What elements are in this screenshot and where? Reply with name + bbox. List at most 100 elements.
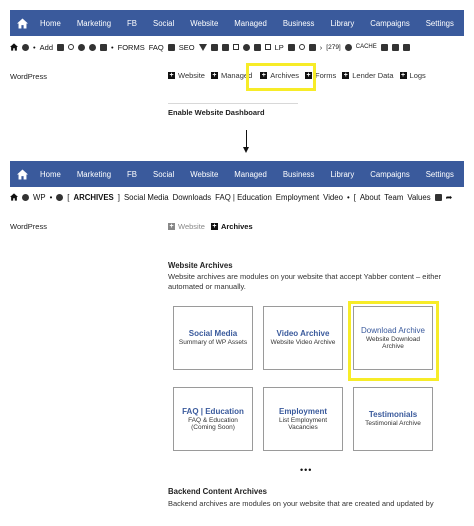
- top-nav-business[interactable]: Business: [283, 19, 315, 28]
- bracket-open: [: [67, 192, 70, 202]
- bottom-tab-website[interactable]: + Website: [168, 222, 205, 231]
- bottom-nav-fb[interactable]: FB: [127, 170, 137, 179]
- toolbar-cache[interactable]: CACHE: [356, 44, 377, 50]
- breadcrumb-values[interactable]: Values: [407, 193, 430, 202]
- home-icon[interactable]: [10, 43, 18, 51]
- share-icon[interactable]: ➦: [446, 193, 453, 202]
- bottom-nav-home[interactable]: Home: [40, 170, 61, 179]
- toolbar-count[interactable]: [279]: [326, 44, 340, 51]
- link-icon[interactable]: [298, 44, 305, 50]
- bottom-nav-marketing[interactable]: Marketing: [77, 170, 111, 179]
- bottom-nav-campaigns[interactable]: Campaigns: [370, 170, 409, 179]
- archive-card-employment[interactable]: Employment List Employment Vacancies: [263, 387, 343, 451]
- toolbar-forms[interactable]: FORMS: [118, 43, 145, 52]
- lock-icon[interactable]: [57, 43, 64, 51]
- user-icon[interactable]: [89, 43, 96, 51]
- refresh-icon[interactable]: [78, 43, 85, 51]
- plus-icon: +: [168, 72, 175, 79]
- bottom-nav-website[interactable]: Website: [190, 170, 218, 179]
- card-subtitle: List Employment Vacancies: [278, 416, 328, 432]
- home-icon[interactable]: [10, 169, 34, 180]
- top-nav-home[interactable]: Home: [40, 19, 61, 28]
- bottom-nav-social[interactable]: Social: [153, 170, 174, 179]
- transition-arrow-line: [246, 130, 247, 148]
- wordpress-icon[interactable]: [22, 43, 29, 51]
- archive-card-video[interactable]: Video Archive Website Video Archive: [263, 306, 343, 370]
- refresh-icon[interactable]: [56, 193, 64, 201]
- calendar-icon[interactable]: [232, 44, 239, 50]
- breadcrumb-about[interactable]: About: [360, 193, 380, 202]
- gift-icon[interactable]: [100, 43, 107, 51]
- gear-icon[interactable]: [242, 43, 250, 51]
- archive-card-social-media[interactable]: Social Media Summary of WP Assets: [173, 306, 253, 370]
- top-nav-fb[interactable]: FB: [127, 19, 137, 28]
- top-nav-managed[interactable]: Managed: [234, 19, 267, 28]
- home-icon[interactable]: [10, 18, 34, 29]
- fb-icon[interactable]: [287, 43, 295, 51]
- top-nav-library[interactable]: Library: [330, 19, 354, 28]
- tab-label: Website: [178, 222, 205, 231]
- archive-card-testimonials[interactable]: Testimonials Testimonial Archive: [353, 387, 433, 451]
- card-title: Social Media: [188, 329, 238, 339]
- dot-separator: •: [49, 192, 53, 202]
- card-title: Video Archive: [276, 329, 330, 339]
- card-title: Testimonials: [368, 410, 418, 420]
- people-icon[interactable]: [344, 43, 352, 51]
- breadcrumb-team[interactable]: Team: [384, 193, 403, 202]
- card-title: Employment: [278, 406, 327, 416]
- breadcrumb-downloads[interactable]: Downloads: [173, 193, 212, 202]
- bottom-nav-managed[interactable]: Managed: [234, 170, 267, 179]
- tag-icon[interactable]: [402, 43, 410, 51]
- card-title: FAQ | Education: [182, 406, 244, 416]
- breadcrumb-employment[interactable]: Employment: [276, 193, 319, 202]
- archive-card-faq-education[interactable]: FAQ | Education FAQ & Education (Coming …: [173, 387, 253, 451]
- square-icon[interactable]: [264, 44, 271, 50]
- flag-icon[interactable]: [210, 43, 218, 51]
- grid2-icon[interactable]: [391, 43, 399, 51]
- top-nav-campaigns[interactable]: Campaigns: [370, 19, 409, 28]
- top-divider: [168, 103, 298, 104]
- bracket-open-2: [: [353, 192, 356, 202]
- dot-separator: •: [111, 42, 114, 52]
- card-subtitle: Testimonial Archive: [365, 420, 421, 428]
- top-nav-marketing[interactable]: Marketing: [77, 19, 111, 28]
- card-subtitle: Summary of WP Assets: [178, 339, 248, 347]
- top-nav-social[interactable]: Social: [153, 19, 174, 28]
- plus-icon: +: [210, 72, 218, 79]
- top-nav-settings[interactable]: Settings: [426, 19, 454, 28]
- puzzle-icon[interactable]: [221, 43, 229, 51]
- breadcrumb-wp[interactable]: WP: [33, 193, 46, 202]
- bank-icon[interactable]: [167, 43, 175, 51]
- breadcrumb-faq-education[interactable]: FAQ | Education: [215, 193, 272, 202]
- tab-label: Forms: [315, 71, 337, 80]
- tab-label: Website: [178, 71, 205, 80]
- bottom-nav-library[interactable]: Library: [330, 170, 354, 179]
- breadcrumb-social-media[interactable]: Social Media: [124, 193, 169, 202]
- plus-icon[interactable]: [434, 193, 442, 201]
- top-nav-website[interactable]: Website: [190, 19, 218, 28]
- bottom-nav-settings[interactable]: Settings: [426, 170, 454, 179]
- shuffle-icon[interactable]: [308, 43, 316, 51]
- bottom-nav-business[interactable]: Business: [283, 170, 315, 179]
- filter-icon[interactable]: [198, 43, 207, 51]
- toolbar-seo[interactable]: SEO: [179, 43, 195, 52]
- toolbar-lp[interactable]: LP: [275, 43, 284, 52]
- toolbar-faq[interactable]: FAQ: [149, 43, 164, 52]
- wordpress-icon[interactable]: [22, 193, 29, 201]
- dot-separator: •: [33, 42, 36, 52]
- highlight-archives-tab: [246, 63, 316, 91]
- dot-separator: •: [346, 192, 350, 202]
- top-tab-website[interactable]: + Website: [168, 71, 205, 80]
- top-tab-lender-data[interactable]: + Lender Data: [342, 71, 394, 80]
- grid-icon[interactable]: [253, 43, 261, 51]
- breadcrumb-video[interactable]: Video: [323, 193, 343, 202]
- list-icon[interactable]: [380, 43, 388, 51]
- home-icon[interactable]: [10, 193, 18, 201]
- backend-title: Backend Content Archives: [168, 487, 267, 496]
- undo-icon[interactable]: [68, 44, 74, 50]
- toolbar-add[interactable]: Add: [40, 43, 53, 52]
- top-tab-logs[interactable]: + Logs: [399, 71, 426, 80]
- more-icon[interactable]: •••: [300, 465, 312, 475]
- bottom-tab-archives[interactable]: + Archives: [210, 222, 253, 231]
- chevron-right-icon[interactable]: ›: [320, 43, 323, 52]
